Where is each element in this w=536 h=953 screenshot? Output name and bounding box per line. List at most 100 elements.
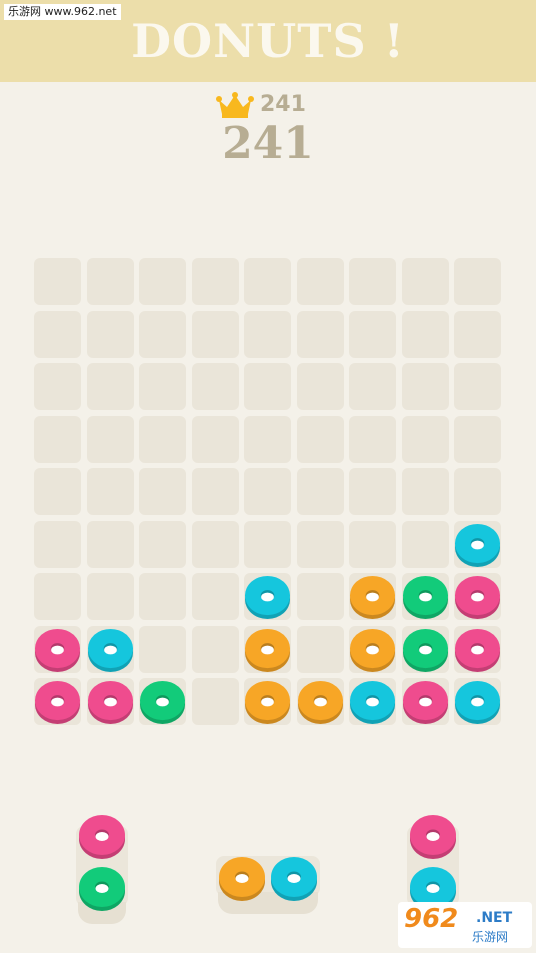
green-donut-icon [79, 867, 125, 911]
board-cell-empty[interactable] [401, 468, 449, 515]
board-cell-pink-donut[interactable] [454, 625, 501, 673]
board-cell-empty[interactable] [34, 415, 81, 463]
board-cell-empty[interactable] [139, 468, 186, 515]
piece-2[interactable] [216, 856, 320, 914]
board-cell-blue-donut[interactable] [349, 678, 396, 725]
board-cell-empty[interactable] [191, 625, 239, 673]
board-cell-empty[interactable] [139, 415, 186, 463]
blue-donut-icon [454, 680, 501, 725]
board-cell-blue-donut[interactable] [86, 625, 134, 673]
board-cell-orange-donut[interactable] [349, 573, 396, 620]
board-cell-empty[interactable] [191, 258, 239, 305]
board-cell-orange-donut[interactable] [244, 625, 291, 673]
board-cell-empty[interactable] [139, 258, 186, 305]
board-cell-empty[interactable] [401, 415, 449, 463]
board-cell-green-donut[interactable] [401, 625, 449, 673]
watermark: 乐游网 www.962.net [4, 4, 121, 20]
board-cell-empty[interactable] [349, 415, 396, 463]
board-cell-orange-donut[interactable] [349, 625, 396, 673]
game-board[interactable] [34, 258, 502, 728]
board-cell-empty[interactable] [296, 573, 344, 620]
pink-donut-icon [87, 680, 133, 725]
board-cell-empty[interactable] [244, 310, 291, 358]
board-cell-empty[interactable] [296, 468, 344, 515]
board-cell-empty[interactable] [139, 363, 186, 410]
board-cell-empty[interactable] [244, 363, 291, 410]
board-cell-empty[interactable] [191, 310, 239, 358]
board-cell-empty[interactable] [86, 520, 134, 568]
board-cell-orange-donut[interactable] [244, 678, 291, 725]
piece-1[interactable] [76, 815, 128, 924]
board-cell-empty[interactable] [244, 520, 291, 568]
board-cell-blue-donut[interactable] [244, 573, 291, 620]
board-cell-empty[interactable] [86, 258, 134, 305]
board-cell-empty[interactable] [244, 468, 291, 515]
pink-donut-icon [402, 680, 448, 725]
board-cell-empty[interactable] [349, 258, 396, 305]
pink-donut-icon [454, 575, 501, 620]
board-cell-empty[interactable] [454, 415, 501, 463]
board-cell-empty[interactable] [86, 415, 134, 463]
board-cell-empty[interactable] [296, 363, 344, 410]
blue-donut-icon [454, 523, 501, 567]
board-cell-empty[interactable] [34, 258, 81, 305]
board-cell-pink-donut[interactable] [401, 678, 449, 725]
board-cell-pink-donut[interactable] [86, 678, 134, 725]
board-cell-empty[interactable] [349, 310, 396, 358]
board-cell-empty[interactable] [86, 310, 134, 358]
board-cell-empty[interactable] [454, 258, 501, 305]
board-cell-pink-donut[interactable] [34, 625, 81, 673]
board-cell-empty[interactable] [139, 625, 186, 673]
board-cell-empty[interactable] [86, 468, 134, 515]
board-cell-empty[interactable] [244, 415, 291, 463]
board-cell-empty[interactable] [34, 310, 81, 358]
orange-donut-icon [219, 857, 265, 901]
board-cell-empty[interactable] [139, 573, 186, 620]
board-cell-empty[interactable] [191, 520, 239, 568]
board-cell-empty[interactable] [349, 520, 396, 568]
board-cell-empty[interactable] [34, 573, 81, 620]
board-cell-empty[interactable] [139, 310, 186, 358]
board-cell-empty[interactable] [139, 520, 186, 568]
best-score-value: 241 [260, 92, 306, 117]
board-cell-empty[interactable] [34, 520, 81, 568]
board-cell-empty[interactable] [401, 520, 449, 568]
board-cell-empty[interactable] [34, 468, 81, 515]
board-cell-orange-donut[interactable] [296, 678, 344, 725]
pink-donut-icon [454, 628, 501, 672]
board-cell-empty[interactable] [244, 258, 291, 305]
board-cell-empty[interactable] [191, 363, 239, 410]
board-cell-empty[interactable] [191, 415, 239, 463]
board-cell-green-donut[interactable] [139, 678, 186, 725]
board-cell-empty[interactable] [86, 363, 134, 410]
board-cell-pink-donut[interactable] [454, 573, 501, 620]
board-cell-empty[interactable] [86, 573, 134, 620]
board-cell-empty[interactable] [401, 310, 449, 358]
blue-donut-icon [87, 628, 133, 672]
board-cell-empty[interactable] [454, 468, 501, 515]
board-cell-empty[interactable] [296, 415, 344, 463]
board-cell-empty[interactable] [296, 625, 344, 673]
logo-text: 乐游网 [472, 930, 509, 944]
board-cell-empty[interactable] [454, 363, 501, 410]
board-cell-empty[interactable] [296, 520, 344, 568]
board-cell-empty[interactable] [191, 573, 239, 620]
board-cell-green-donut[interactable] [401, 573, 449, 620]
board-cell-empty[interactable] [349, 468, 396, 515]
board-cell-empty[interactable] [454, 310, 501, 358]
board-cell-pink-donut[interactable] [34, 678, 81, 725]
board-cell-empty[interactable] [349, 363, 396, 410]
logo-suffix: .NET [476, 910, 513, 926]
board-cell-empty[interactable] [191, 678, 239, 725]
board-cell-blue-donut[interactable] [454, 678, 501, 725]
green-donut-icon [402, 575, 448, 620]
board-cell-empty[interactable] [34, 363, 81, 410]
board-cell-empty[interactable] [401, 258, 449, 305]
board-cell-empty[interactable] [191, 468, 239, 515]
board-cell-empty[interactable] [401, 363, 449, 410]
pink-donut-icon [34, 628, 81, 672]
board-cell-empty[interactable] [296, 310, 344, 358]
board-cell-blue-donut[interactable] [454, 520, 501, 568]
board-cell-empty[interactable] [296, 258, 344, 305]
crown-icon [216, 92, 254, 118]
